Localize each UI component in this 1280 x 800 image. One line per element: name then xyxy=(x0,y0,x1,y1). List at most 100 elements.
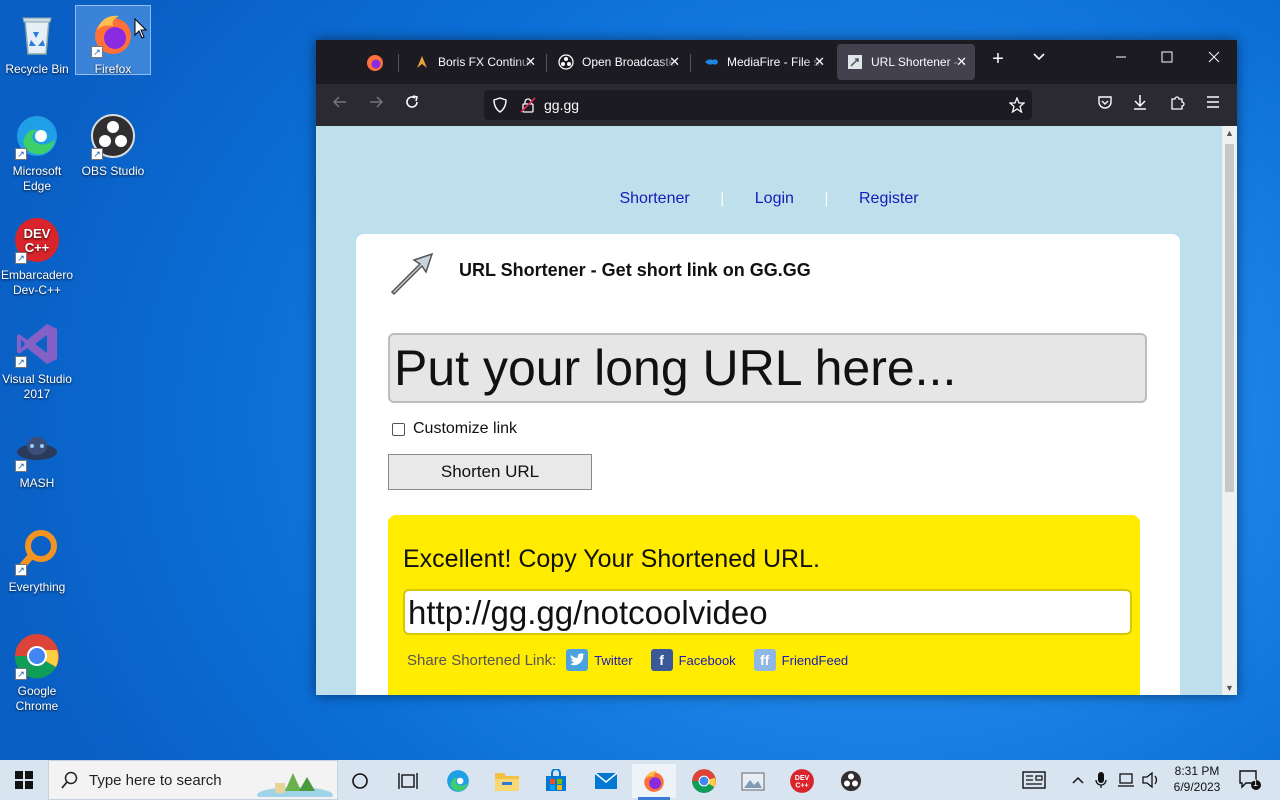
nav-link-shortener[interactable]: Shortener xyxy=(619,190,689,207)
share-link-label: FriendFeed xyxy=(781,652,849,668)
insecure-lock-icon[interactable] xyxy=(520,97,536,113)
customize-link-label: Customize link xyxy=(413,420,518,437)
search-highlight-illustration-icon xyxy=(257,773,333,797)
maximize-button[interactable] xyxy=(1155,50,1179,68)
address-bar[interactable]: gg.gg xyxy=(484,90,1032,120)
firefox-view-icon[interactable] xyxy=(366,54,384,77)
reload-icon[interactable] xyxy=(400,94,424,115)
shorten-url-button[interactable]: Shorten URL xyxy=(388,454,592,490)
edge-icon: ↗ xyxy=(13,112,61,160)
task-view-icon[interactable] xyxy=(386,764,430,798)
desktop-icon-label: Google Chrome xyxy=(15,684,59,713)
close-icon[interactable]: ✕ xyxy=(669,54,680,70)
news-widget-icon[interactable] xyxy=(1022,760,1046,800)
share-link-label: Facebook xyxy=(678,652,736,668)
taskbar-edge-icon[interactable] xyxy=(436,764,480,798)
tracking-protection-shield-icon[interactable] xyxy=(492,97,508,113)
scroll-up-arrow-icon[interactable]: ▲ xyxy=(1222,128,1237,138)
desktop-icon-devcpp[interactable]: DEV C++ ↗ Embarcadero Dev-C++ xyxy=(0,212,74,298)
system-clock[interactable]: 8:31 PM 6/9/2023 xyxy=(1165,763,1229,795)
back-arrow-icon[interactable] xyxy=(328,94,352,115)
friendfeed-icon: ff xyxy=(753,649,776,671)
close-icon[interactable]: ✕ xyxy=(814,54,825,70)
customize-link-option[interactable]: Customize link xyxy=(392,420,517,438)
desktop-icon-visual-studio[interactable]: ↗ Visual Studio 2017 xyxy=(0,316,74,402)
windows-logo-icon xyxy=(15,771,33,789)
tab-obs[interactable]: Open Broadcaster ✕ xyxy=(548,44,688,80)
mail-icon[interactable] xyxy=(584,764,628,798)
notification-center-icon[interactable]: 1 xyxy=(1238,760,1262,800)
page-title: URL Shortener - Get short link on GG.GG xyxy=(459,260,811,280)
file-explorer-icon[interactable] xyxy=(485,764,529,798)
site-logo-arrow-icon xyxy=(390,252,434,296)
nav-link-login[interactable]: Login xyxy=(755,190,794,207)
visual-studio-icon: ↗ xyxy=(13,320,61,368)
taskbar-chrome-icon[interactable] xyxy=(682,764,726,798)
desktop-icon-mash[interactable]: ↗ MASH xyxy=(0,420,74,491)
tab-mediafire[interactable]: MediaFire - File sharing ✕ xyxy=(693,44,833,80)
bookmark-star-icon[interactable] xyxy=(1009,97,1025,113)
desktop-icon-label: Microsoft Edge xyxy=(12,164,62,193)
firefox-icon: ↗ xyxy=(89,10,137,58)
new-tab-button[interactable]: + xyxy=(986,48,1010,71)
share-link-label: Twitter xyxy=(594,652,633,668)
share-friendfeed-link[interactable]: ff FriendFeed xyxy=(753,649,849,671)
tab-url-shortener[interactable]: URL Shortener - Get ✕ xyxy=(837,44,975,80)
shortcut-arrow-icon: ↗ xyxy=(15,148,27,160)
obs-icon: ↗ xyxy=(89,112,137,160)
tab-boris-fx[interactable]: Boris FX Continuum ✕ xyxy=(404,44,544,80)
taskbar-photo-app-icon[interactable] xyxy=(731,764,775,798)
devcpp-icon: DEV C++ ↗ xyxy=(13,216,61,264)
search-icon xyxy=(61,771,78,789)
clock-date: 6/9/2023 xyxy=(1173,780,1221,794)
shortcut-arrow-icon: ↗ xyxy=(91,148,103,160)
desktop-icon-label: OBS Studio xyxy=(81,164,145,178)
desktop-icon-everything[interactable]: ↗ Everything xyxy=(0,524,74,595)
close-window-button[interactable] xyxy=(1202,50,1226,68)
microsoft-store-icon[interactable] xyxy=(534,764,578,798)
menu-hamburger-icon[interactable] xyxy=(1201,94,1225,115)
desktop-icon-recycle-bin[interactable]: Recycle Bin xyxy=(0,6,74,77)
svg-text:DEV: DEV xyxy=(24,226,51,241)
notification-count: 1 xyxy=(1253,778,1259,788)
nav-link-register[interactable]: Register xyxy=(859,190,919,207)
shortener-card: URL Shortener - Get short link on GG.GG … xyxy=(356,234,1180,695)
recycle-bin-icon xyxy=(13,10,61,58)
cortana-icon[interactable] xyxy=(338,764,382,798)
minimize-button[interactable] xyxy=(1109,50,1133,68)
start-button[interactable] xyxy=(0,760,48,800)
desktop-icon-label: Recycle Bin xyxy=(5,62,69,76)
scrollbar-thumb[interactable] xyxy=(1225,144,1234,492)
volume-icon[interactable] xyxy=(1141,760,1161,800)
microphone-icon[interactable] xyxy=(1095,760,1107,800)
list-all-tabs-chevron-icon[interactable] xyxy=(1027,50,1051,69)
taskbar-obs-icon[interactable] xyxy=(829,764,873,798)
close-icon[interactable]: ✕ xyxy=(525,54,536,70)
svg-text:DEV: DEV xyxy=(795,775,810,782)
desktop-icon-obs[interactable]: ↗ OBS Studio xyxy=(76,108,150,179)
short-url-field[interactable]: http://gg.gg/notcoolvideo xyxy=(403,589,1132,635)
navigation-toolbar: gg.gg xyxy=(316,84,1237,126)
customize-link-checkbox[interactable] xyxy=(392,422,405,436)
long-url-input[interactable]: Put your long URL here... xyxy=(388,333,1147,403)
taskbar-devcpp-icon[interactable]: DEV C++ xyxy=(780,764,824,798)
tab-label: Boris FX Continuum xyxy=(438,55,534,69)
downloads-icon[interactable] xyxy=(1128,94,1152,115)
share-facebook-link[interactable]: f Facebook xyxy=(650,649,736,671)
desktop-icon-firefox[interactable]: ↗ Firefox xyxy=(75,5,151,76)
extensions-puzzle-icon[interactable] xyxy=(1165,94,1189,115)
network-icon[interactable] xyxy=(1117,760,1137,800)
forward-arrow-icon[interactable] xyxy=(364,94,388,115)
desktop-icon-chrome[interactable]: ↗ Google Chrome xyxy=(0,628,74,714)
chrome-icon: ↗ xyxy=(13,632,61,680)
tab-label: Open Broadcaster xyxy=(582,55,678,69)
scroll-down-arrow-icon[interactable]: ▼ xyxy=(1222,683,1237,693)
desktop-icon-edge[interactable]: ↗ Microsoft Edge xyxy=(0,108,74,194)
taskbar-firefox-icon[interactable] xyxy=(632,764,676,800)
taskbar-search-box[interactable]: Type here to search xyxy=(48,760,338,800)
share-twitter-link[interactable]: Twitter xyxy=(566,649,633,671)
close-icon[interactable]: ✕ xyxy=(956,54,967,70)
pocket-icon[interactable] xyxy=(1093,94,1117,115)
show-hidden-icons-chevron-icon[interactable] xyxy=(1071,760,1085,800)
vertical-scrollbar[interactable]: ▲ ▼ xyxy=(1222,126,1237,695)
